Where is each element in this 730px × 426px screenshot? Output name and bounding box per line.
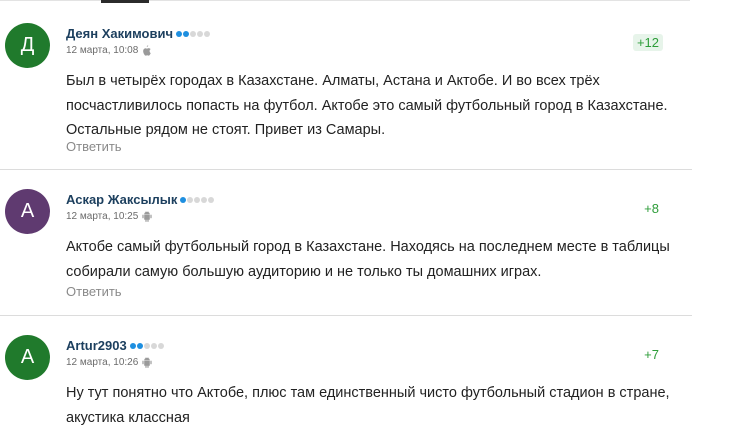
avatar[interactable]: А: [5, 335, 50, 380]
user-rank-dots: [176, 30, 211, 37]
android-icon: [142, 211, 152, 222]
avatar[interactable]: Д: [5, 23, 50, 68]
user-rank-dots: [129, 342, 164, 349]
comment-divider: [0, 315, 692, 316]
comment-text: Был в четырёх городах в Казахстане. Алма…: [66, 73, 668, 138]
comment-date: 12 марта, 10:26: [66, 357, 139, 368]
comment-meta: 12 марта, 10:25: [66, 211, 152, 222]
comment-author[interactable]: Аскар Жаксылык: [66, 192, 215, 207]
avatar[interactable]: А: [5, 189, 50, 234]
active-tab-indicator: [101, 0, 149, 3]
comment-rating[interactable]: +8: [640, 200, 663, 217]
user-rank-dots: [180, 196, 215, 203]
apple-icon: [143, 45, 151, 56]
comment-text: Актобе самый футбольный город в Казахста…: [66, 239, 670, 280]
comment-meta: 12 марта, 10:08: [66, 45, 151, 56]
author-name[interactable]: Деян Хакимович: [66, 26, 173, 41]
author-name[interactable]: Аскар Жаксылык: [66, 192, 177, 207]
author-name[interactable]: Artur2903: [66, 338, 127, 353]
comment-rating[interactable]: +7: [640, 346, 663, 363]
comment-date: 12 марта, 10:25: [66, 211, 139, 222]
comment-author[interactable]: Деян Хакимович: [66, 26, 211, 41]
comment-text: Ну тут понятно что Актобе, плюс там един…: [66, 385, 670, 426]
comment-author[interactable]: Artur2903: [66, 338, 164, 353]
comment-rating[interactable]: +12: [632, 34, 663, 51]
comment-date: 12 марта, 10:08: [66, 45, 139, 56]
android-icon: [142, 357, 152, 368]
comment-divider: [0, 169, 692, 170]
comment-meta: 12 марта, 10:26: [66, 357, 152, 368]
reply-button[interactable]: Ответить: [66, 284, 122, 299]
reply-button[interactable]: Ответить: [66, 139, 122, 154]
